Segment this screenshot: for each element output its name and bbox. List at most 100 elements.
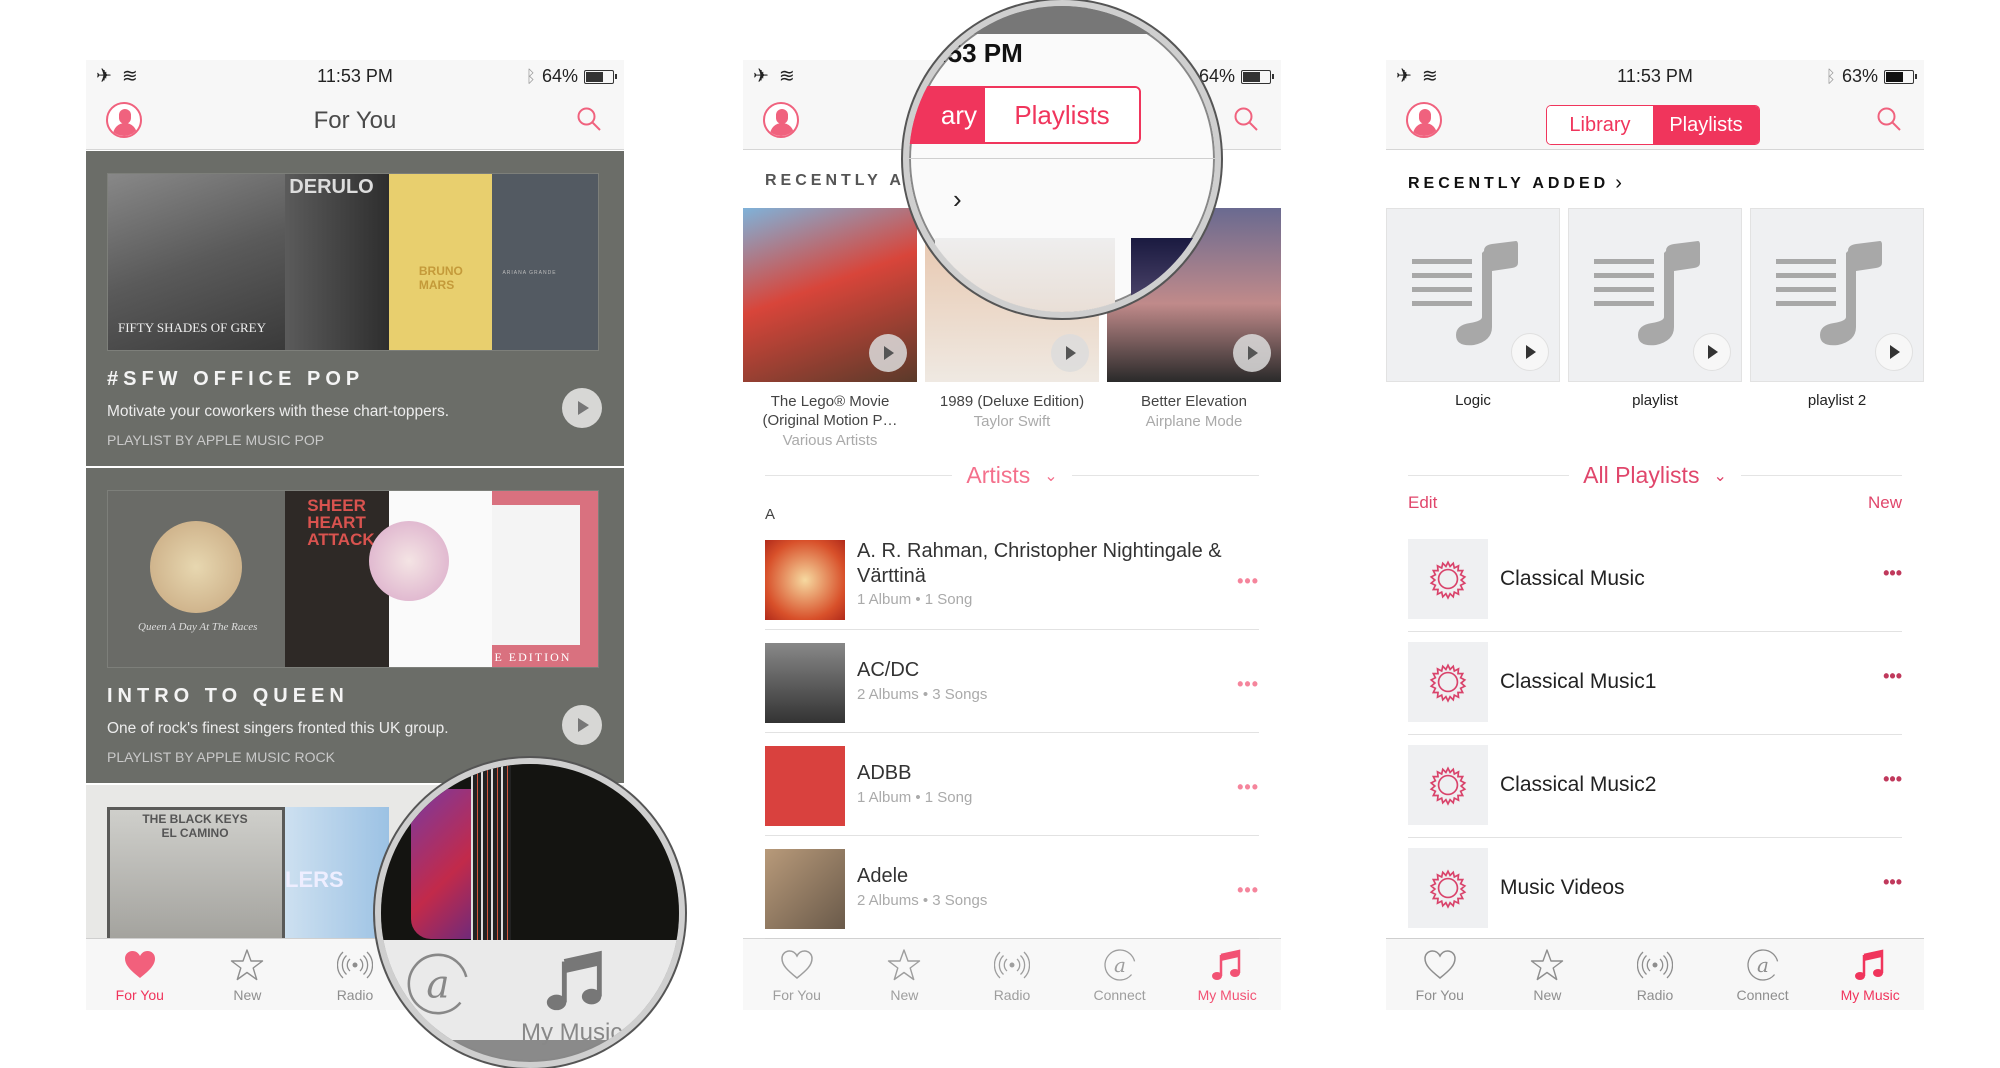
airplane-icon: ✈ — [753, 66, 769, 87]
artist-thumbnail — [765, 849, 845, 929]
search-icon[interactable] — [1233, 106, 1259, 132]
tab-new[interactable]: New — [1494, 939, 1602, 1010]
play-button[interactable] — [1693, 333, 1731, 371]
profile-avatar-icon[interactable] — [1406, 102, 1442, 138]
more-button[interactable]: ••• — [1883, 563, 1902, 584]
music-note-icon — [1209, 947, 1245, 983]
more-button[interactable]: ••• — [1237, 777, 1259, 798]
more-button[interactable]: ••• — [1883, 769, 1902, 790]
battery-percent: 64% — [541, 66, 578, 86]
search-icon[interactable] — [1876, 106, 1902, 132]
album-cover — [368, 491, 493, 667]
tab-my-music[interactable]: My Music — [1816, 939, 1924, 1010]
artist-row[interactable]: ADBB 1 Album • 1 Song ••• — [765, 733, 1259, 836]
playlist-name: Classical Music — [1500, 567, 1645, 590]
playlist-row[interactable]: Classical Music1 ••• — [1408, 632, 1902, 735]
battery-icon — [1241, 69, 1274, 84]
recently-added-header[interactable]: RECENTLY ADDED › — [1408, 172, 1622, 195]
more-button[interactable]: ••• — [1237, 674, 1259, 695]
playlist-name: Classical Music1 — [1500, 670, 1657, 693]
magnifier-tab-bar: ect My Music — [375, 758, 685, 1068]
tab-for-you[interactable]: For You — [743, 939, 851, 1010]
segment-playlists[interactable]: Playlists — [985, 88, 1139, 142]
recent-playlist-item[interactable]: playlist — [1568, 208, 1742, 409]
card-description: One of rock's finest singers fronted thi… — [107, 720, 449, 737]
at-icon — [1102, 947, 1138, 983]
nav-bar: For You — [86, 92, 624, 150]
album-cover: E EDITION — [492, 491, 598, 667]
artist-name: Adele — [857, 865, 909, 887]
status-bar: ✈ ≋ 11:53 PM ᛒ 63% — [1386, 60, 1924, 92]
profile-avatar-icon[interactable] — [763, 102, 799, 138]
music-note-icon — [541, 946, 611, 1016]
segment-playlists[interactable]: Playlists — [1653, 106, 1759, 144]
artists-dropdown[interactable]: Artists — [966, 462, 1030, 489]
section-header: All Playlists ⌄ — [1408, 462, 1902, 489]
segment-library[interactable]: Library — [1547, 106, 1653, 144]
battery-icon — [1884, 69, 1917, 84]
playlist-row[interactable]: Classical Music2 ••• — [1408, 735, 1902, 838]
tab-new[interactable]: New — [194, 939, 302, 1010]
search-icon[interactable] — [576, 106, 602, 132]
recent-playlist-item[interactable]: Logic — [1386, 208, 1560, 409]
tab-connect[interactable]: Connect — [1709, 939, 1817, 1010]
album-title: Better Elevation — [1141, 393, 1247, 410]
tab-my-music-label[interactable]: My Music — [521, 1019, 622, 1047]
more-button[interactable]: ••• — [1237, 571, 1259, 592]
tab-new[interactable]: New — [851, 939, 959, 1010]
artist-row[interactable]: AC/DC 2 Albums • 3 Songs ••• — [765, 630, 1259, 733]
recently-added-label[interactable]: RECENTLY A — [765, 172, 905, 190]
heart-icon — [779, 947, 815, 983]
bluetooth-icon: ᛒ — [1825, 66, 1836, 86]
artist-row[interactable]: Adele 2 Albums • 3 Songs ••• — [765, 836, 1259, 939]
tab-radio[interactable]: Radio — [1601, 939, 1709, 1010]
playlist-artwork — [1568, 208, 1742, 382]
chevron-down-icon: ⌄ — [1713, 467, 1727, 485]
smart-playlist-thumbnail — [1408, 642, 1488, 722]
gear-icon — [1427, 764, 1469, 806]
playlist-card[interactable]: Queen A Day At The Races SHEER HEART ATT… — [86, 468, 624, 783]
battery-icon — [584, 69, 617, 84]
more-button[interactable]: ••• — [1883, 872, 1902, 893]
recent-playlist-item[interactable]: playlist 2 — [1750, 208, 1924, 409]
artist-row[interactable]: A. R. Rahman, Christopher Nightingale & … — [765, 527, 1259, 630]
playlist-row[interactable]: Music Videos ••• — [1408, 838, 1902, 941]
play-button[interactable] — [1051, 334, 1089, 372]
album-item[interactable]: The Lego® Movie (Original Motion P… Vari… — [743, 208, 917, 451]
play-button[interactable] — [562, 705, 602, 745]
album-artist: Various Artists — [782, 432, 878, 449]
more-button[interactable]: ••• — [1883, 666, 1902, 687]
album-cover: DERULO — [285, 174, 389, 350]
segment-library[interactable]: ary — [909, 88, 985, 142]
playlist-artwork — [1386, 208, 1560, 382]
tab-for-you[interactable]: For You — [1386, 939, 1494, 1010]
heart-icon — [122, 947, 158, 983]
at-icon — [1745, 947, 1781, 983]
tab-radio[interactable]: Radio — [958, 939, 1066, 1010]
play-button[interactable] — [562, 388, 602, 428]
play-button[interactable] — [1511, 333, 1549, 371]
play-button[interactable] — [1233, 334, 1271, 372]
tab-my-music[interactable]: My Music — [1173, 939, 1281, 1010]
section-header: Artists ⌄ — [765, 462, 1260, 489]
card-curator: PLAYLIST BY APPLE MUSIC POP — [107, 432, 325, 448]
playlist-name: Music Videos — [1500, 876, 1625, 899]
play-button[interactable] — [1875, 333, 1913, 371]
edit-button[interactable]: Edit — [1408, 493, 1437, 513]
album-covers: FIFTY SHADES OF GREY DERULO BRUNO MARS A… — [107, 173, 599, 351]
smart-playlist-thumbnail — [1408, 848, 1488, 928]
all-playlists-dropdown[interactable]: All Playlists — [1583, 462, 1699, 489]
album-artist: Airplane Mode — [1145, 413, 1243, 430]
playlist-card[interactable]: FIFTY SHADES OF GREY DERULO BRUNO MARS A… — [86, 151, 624, 466]
playlist-artwork — [1750, 208, 1924, 382]
playlist-row[interactable]: Classical Music ••• — [1408, 529, 1902, 632]
radio-icon — [1637, 947, 1673, 983]
heart-icon — [1422, 947, 1458, 983]
tab-connect[interactable]: Connect — [1066, 939, 1174, 1010]
new-playlist-button[interactable]: New — [1868, 493, 1902, 513]
tab-for-you[interactable]: For You — [86, 939, 194, 1010]
phone-playlists-screen: ✈ ≋ 11:53 PM ᛒ 63% Library Playlists RECEN… — [1386, 60, 1924, 1010]
more-button[interactable]: ••• — [1237, 880, 1259, 901]
status-bar: ✈ ≋ 11:53 PM ᛒ 64% — [86, 60, 624, 92]
play-button[interactable] — [869, 334, 907, 372]
